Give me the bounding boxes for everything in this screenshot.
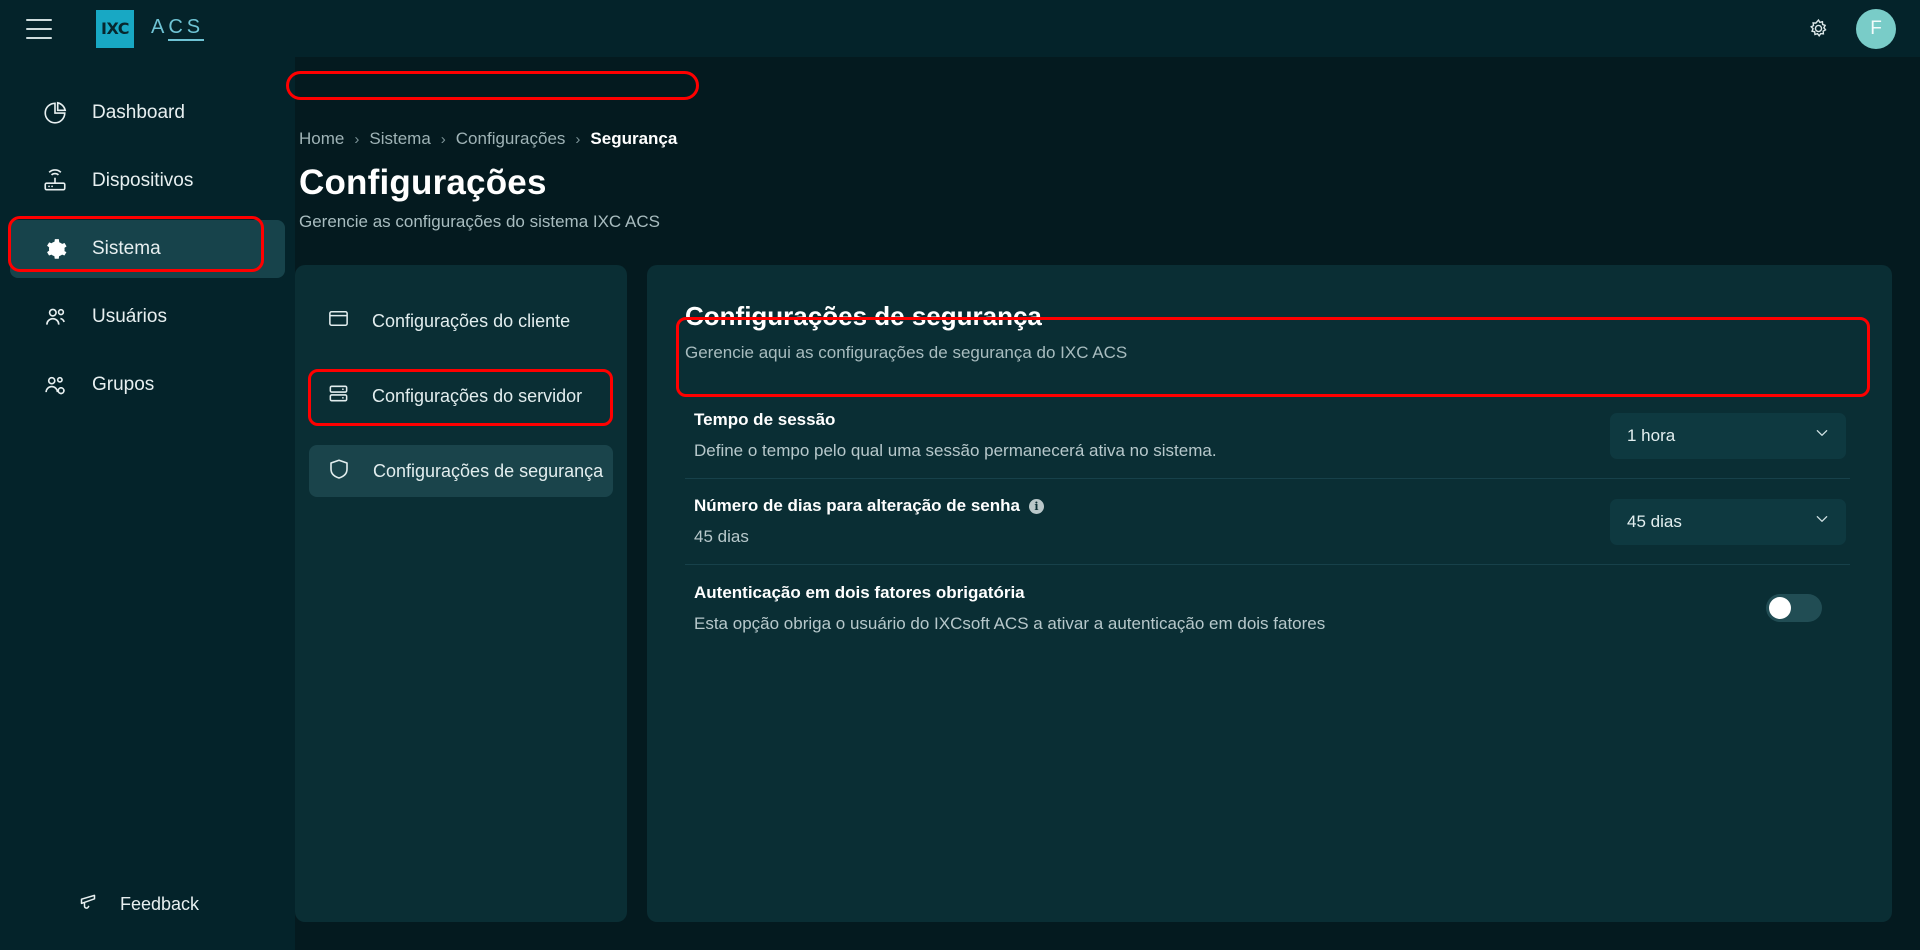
sidebar-item-usuarios[interactable]: Usuários [10, 288, 285, 346]
gear-icon [40, 234, 70, 264]
sidebar-nav: Dashboard Dispositivos Sistema Usuários … [0, 57, 295, 950]
body-wrapper: Dashboard Dispositivos Sistema Usuários … [0, 57, 1920, 950]
acs-wordmark: ACS [151, 16, 205, 41]
breadcrumb-item-sistema[interactable]: Sistema [369, 129, 430, 149]
user-avatar[interactable]: F [1856, 8, 1896, 49]
setting-label: Tempo de sessão [694, 410, 1610, 430]
breadcrumb-item-configuracoes[interactable]: Configurações [456, 129, 566, 149]
chart-pie-icon [40, 98, 70, 128]
session-time-value: 1 hora [1627, 425, 1676, 445]
sidebar-footer: Feedback [0, 884, 295, 950]
setting-label-text: Número de dias para alteração de senha [694, 496, 1020, 515]
chevron-down-icon [1814, 425, 1830, 446]
submenu-item-label: Configurações do servidor [372, 385, 583, 406]
toggle-knob [1769, 597, 1791, 619]
setting-row-password-days: Número de dias para alteração de senha i… [685, 479, 1850, 565]
breadcrumb-separator: › [575, 130, 581, 148]
sidebar-item-label: Dashboard [92, 102, 185, 123]
info-icon[interactable]: i [1028, 498, 1044, 514]
users-gear-icon [40, 370, 70, 400]
sidebar-item-label: Sistema [92, 238, 161, 259]
sidebar-item-sistema[interactable]: Sistema [10, 220, 285, 278]
submenu-item-security-settings[interactable]: Configurações de segurança [309, 445, 613, 497]
main-content: Home › Sistema › Configurações › Seguran… [295, 57, 1920, 950]
panels-container: Configurações do cliente Configurações d… [295, 265, 1892, 950]
setting-label: Autenticação em dois fatores obrigatória [694, 583, 1766, 603]
ixc-logo-mark: IXC [96, 9, 134, 48]
acs-wordmark-suffix: CS [168, 16, 205, 41]
setting-texts: Tempo de sessão Define o tempo pelo qual… [685, 410, 1610, 461]
setting-row-two-factor: Autenticação em dois fatores obrigatória… [685, 565, 1850, 651]
sidebar-item-label: Dispositivos [92, 170, 194, 191]
breadcrumb-separator: › [440, 130, 446, 148]
feedback-label: Feedback [120, 893, 200, 914]
setting-label-text: Tempo de sessão [694, 410, 836, 429]
router-icon [40, 166, 70, 196]
setting-description: Define o tempo pelo qual uma sessão perm… [694, 441, 1217, 460]
panel-subtitle: Gerencie aqui as configurações de segura… [685, 343, 1128, 362]
settings-list: Tempo de sessão Define o tempo pelo qual… [685, 393, 1850, 651]
settings-submenu-panel: Configurações do cliente Configurações d… [295, 265, 627, 922]
two-factor-toggle[interactable] [1766, 594, 1822, 622]
megaphone-icon [78, 890, 102, 919]
submenu-item-label: Configurações de segurança [373, 460, 604, 481]
setting-texts: Autenticação em dois fatores obrigatória… [685, 583, 1766, 634]
breadcrumb-item-seguranca[interactable]: Segurança [590, 129, 677, 149]
top-bar-actions: F [1798, 8, 1896, 49]
session-time-select[interactable]: 1 hora [1610, 412, 1846, 459]
breadcrumb-item-home[interactable]: Home [299, 129, 344, 149]
page-subtitle: Gerencie as configurações do sistema IXC… [299, 212, 660, 231]
sidebar-item-grupos[interactable]: Grupos [10, 356, 285, 414]
window-icon [327, 307, 350, 335]
breadcrumb-separator: › [354, 130, 360, 148]
setting-row-session-time: Tempo de sessão Define o tempo pelo qual… [685, 393, 1850, 479]
page-title: Configurações [299, 163, 547, 202]
setting-description: 45 dias [694, 527, 749, 546]
settings-gear-icon[interactable] [1798, 9, 1838, 49]
password-days-value: 45 dias [1627, 511, 1682, 531]
application-root: IXC ACS F Dashboard Dispositivos Sistema… [0, 0, 1920, 950]
users-icon [40, 302, 70, 332]
setting-label-text: Autenticação em dois fatores obrigatória [694, 582, 1025, 602]
submenu-item-client-settings[interactable]: Configurações do cliente [309, 295, 613, 347]
setting-label: Número de dias para alteração de senha i [694, 496, 1610, 516]
brand-logo[interactable]: IXC ACS [96, 9, 205, 48]
acs-wordmark-prefix: A [151, 16, 169, 38]
top-bar: IXC ACS F [0, 0, 1920, 57]
submenu-item-server-settings[interactable]: Configurações do servidor [309, 370, 613, 422]
breadcrumb: Home › Sistema › Configurações › Seguran… [295, 57, 1892, 149]
panel-title: Configurações de segurança [685, 301, 1042, 331]
feedback-button[interactable]: Feedback [0, 884, 295, 924]
submenu-item-label: Configurações do cliente [372, 310, 571, 331]
shield-icon [327, 457, 351, 486]
sidebar-item-label: Grupos [92, 374, 155, 395]
sidebar-item-dispositivos[interactable]: Dispositivos [10, 152, 285, 210]
setting-description: Esta opção obriga o usuário do IXCsoft A… [694, 613, 1326, 633]
hamburger-menu-icon[interactable] [26, 18, 52, 39]
password-days-select[interactable]: 45 dias [1610, 498, 1846, 545]
sidebar-item-label: Usuários [92, 306, 167, 327]
chevron-down-icon [1814, 511, 1830, 532]
server-icon [327, 382, 350, 410]
sidebar-item-dashboard[interactable]: Dashboard [10, 84, 285, 142]
setting-texts: Número de dias para alteração de senha i… [685, 496, 1610, 547]
security-settings-panel: Configurações de segurança Gerencie aqui… [647, 265, 1892, 922]
